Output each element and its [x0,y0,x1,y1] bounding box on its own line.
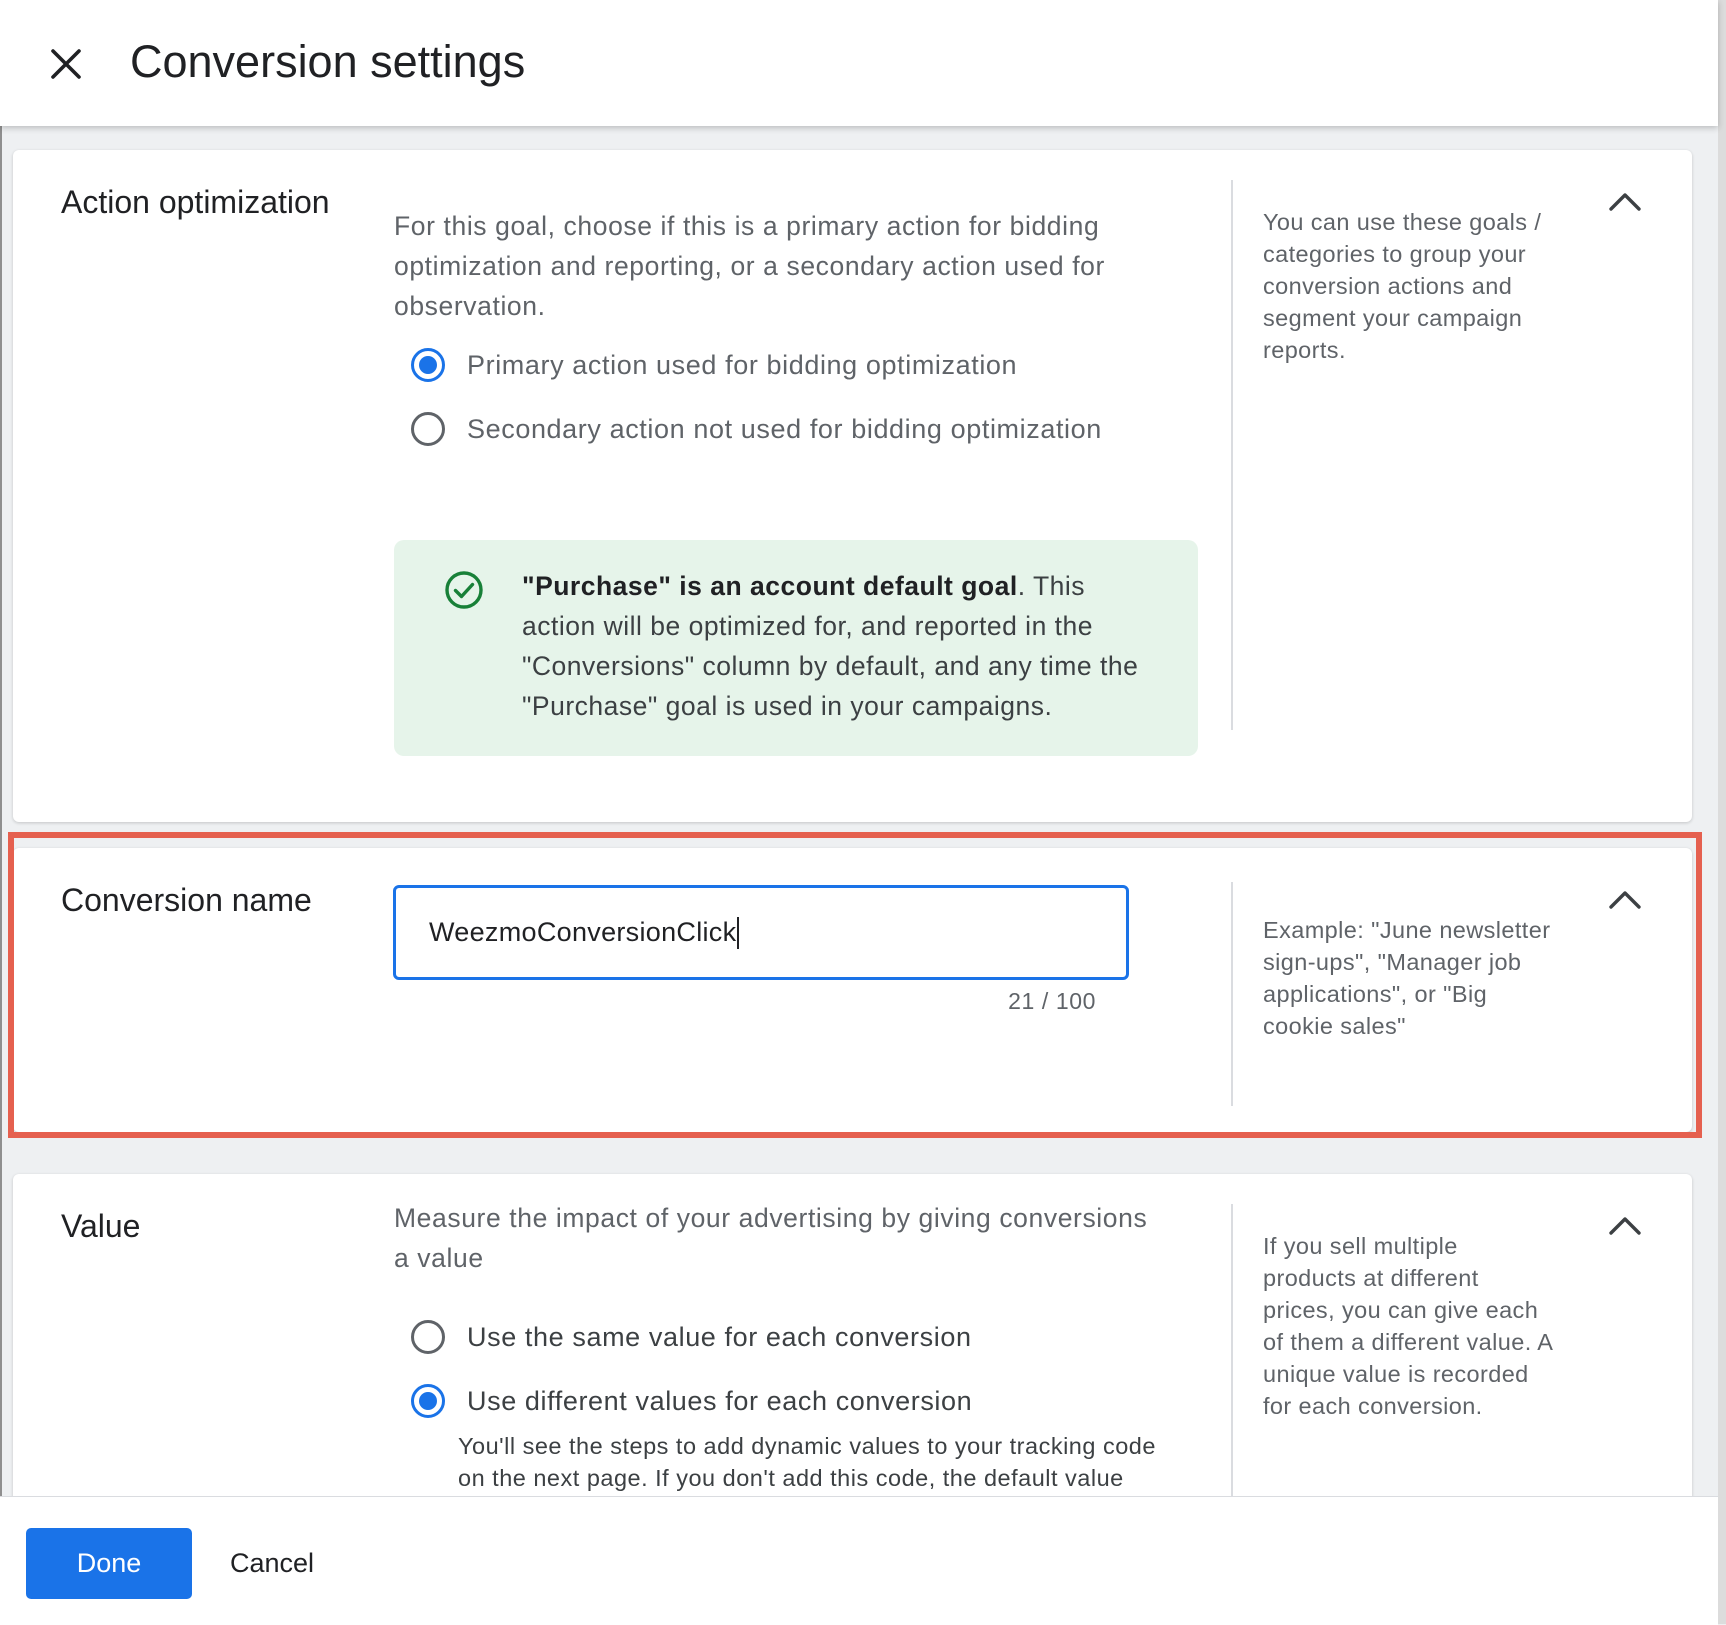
chevron-up-icon [1609,1217,1641,1235]
check-circle-icon [445,571,483,609]
close-icon [51,49,81,79]
collapse-button[interactable] [1603,180,1647,224]
radio-secondary-action[interactable]: Secondary action not used for bidding op… [394,412,1102,446]
column-divider [1231,180,1233,730]
default-goal-notice: "Purchase" is an account default goal. T… [394,540,1198,756]
radio-label: Primary action used for bidding optimiza… [467,349,1018,380]
cancel-button[interactable]: Cancel [210,1528,334,1599]
conversion-name-input[interactable]: WeezmoConversionClick [393,885,1129,980]
radio-label: Use the same value for each conversion [467,1321,972,1352]
text-caret [737,916,740,949]
radio-primary-action[interactable]: Primary action used for bidding optimiza… [394,348,1017,382]
settings-content: Action optimization For this goal, choos… [0,126,1718,1496]
page-title: Conversion settings [130,36,526,87]
radio-button-checked[interactable] [411,1384,445,1418]
radio-button-checked[interactable] [411,348,445,382]
help-text: If you sell multiple products at differe… [1263,1233,1553,1419]
column-divider [1231,1204,1233,1496]
notice-bold-text: "Purchase" is an account default goal [522,571,1018,601]
input-value: WeezmoConversionClick [429,917,737,947]
section-title: Value [61,1208,141,1244]
done-button[interactable]: Done [26,1528,192,1599]
radio-label: Secondary action not used for bidding op… [467,413,1102,444]
action-optimization-card: Action optimization For this goal, choos… [13,150,1692,822]
collapse-button[interactable] [1603,1204,1647,1248]
radio-label: Use different values for each conversion [467,1385,973,1416]
section-title: Action optimization [61,184,330,220]
notice-text: "Purchase" is an account default goal. T… [522,566,1152,726]
character-counter: 21 / 100 [1008,988,1096,1014]
section-description: For this goal, choose if this is a prima… [394,211,1105,321]
column-divider [1231,882,1233,1106]
help-text: Example: "June newsletter sign-ups", "Ma… [1263,917,1551,1039]
scrollbar-track[interactable] [1718,0,1726,1624]
help-text: You can use these goals / categories to … [1263,209,1542,363]
dialog-footer: Done Cancel [0,1496,1718,1625]
chevron-up-icon [1609,891,1641,909]
radio-different-values[interactable]: Use different values for each conversion [394,1384,972,1418]
section-description: Measure the impact of your advertising b… [394,1203,1148,1273]
chevron-up-icon [1609,193,1641,211]
radio-button-unchecked[interactable] [411,412,445,446]
section-title: Conversion name [61,882,312,918]
dialog-header: Conversion settings [0,0,1718,126]
radio-same-value[interactable]: Use the same value for each conversion [394,1320,972,1354]
radio-button-unchecked[interactable] [411,1320,445,1354]
collapse-button[interactable] [1603,878,1647,922]
close-button[interactable] [40,38,92,90]
option-detail-text: You'll see the steps to add dynamic valu… [458,1433,1156,1491]
